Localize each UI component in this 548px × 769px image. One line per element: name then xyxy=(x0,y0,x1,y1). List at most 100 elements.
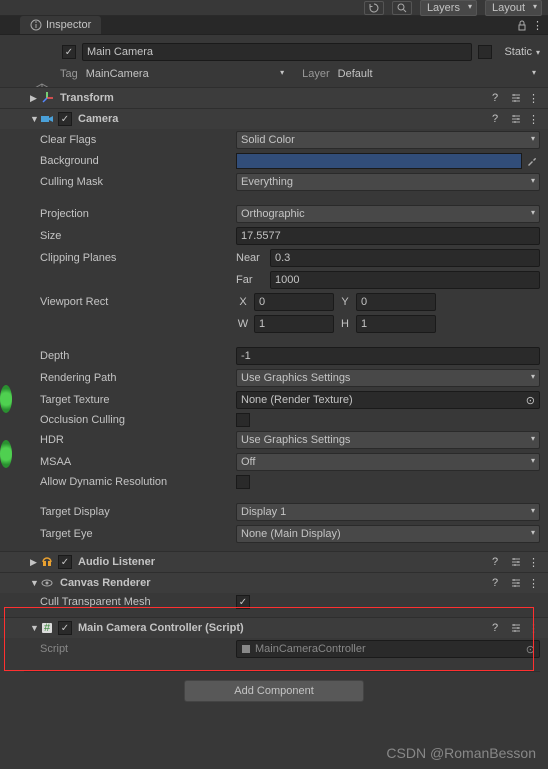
y-label: Y xyxy=(338,296,352,308)
gameobject-header: Static▾ xyxy=(0,35,548,65)
target-texture-label: Target Texture xyxy=(40,394,236,406)
script-icon: # xyxy=(40,621,54,635)
static-label: Static▾ xyxy=(504,46,540,58)
preset-icon[interactable] xyxy=(508,92,522,104)
viewport-w-input[interactable] xyxy=(254,315,334,333)
kebab-icon[interactable]: ⋮ xyxy=(526,577,540,590)
far-label: Far xyxy=(236,274,266,286)
component-transform-header[interactable]: ▶ Transform ? ⋮ xyxy=(0,87,548,108)
tag-dropdown[interactable]: MainCamera xyxy=(82,67,288,81)
add-component-button[interactable]: Add Component xyxy=(184,680,364,702)
foldout-icon[interactable]: ▼ xyxy=(30,114,39,124)
preset-icon[interactable] xyxy=(508,577,522,589)
component-title: Main Camera Controller (Script) xyxy=(78,622,244,634)
camera-icon xyxy=(40,112,54,126)
component-camera-header[interactable]: ▼ Camera ? ⋮ xyxy=(0,108,548,129)
target-display-dropdown[interactable]: Display 1 xyxy=(236,503,540,521)
editor-topbar: Layers Layout xyxy=(0,0,548,16)
object-picker-icon[interactable]: ⊙ xyxy=(526,394,535,407)
cull-transparent-label: Cull Transparent Mesh xyxy=(40,596,236,608)
script-field-label: Script xyxy=(40,643,236,655)
size-label: Size xyxy=(40,230,236,242)
component-script-header[interactable]: ▼ # Main Camera Controller (Script) ? ⋮ xyxy=(0,617,548,638)
projection-dropdown[interactable]: Orthographic xyxy=(236,205,540,223)
component-enabled-checkbox[interactable] xyxy=(58,112,72,126)
scene-gizmo-blob xyxy=(0,440,12,468)
far-input[interactable] xyxy=(270,271,540,289)
layers-dropdown[interactable]: Layers xyxy=(420,0,477,16)
foldout-icon[interactable]: ▶ xyxy=(30,557,37,568)
component-enabled-checkbox[interactable] xyxy=(58,555,72,569)
component-title: Transform xyxy=(60,92,114,104)
rendering-path-dropdown[interactable]: Use Graphics Settings xyxy=(236,369,540,387)
search-icon[interactable] xyxy=(392,1,412,15)
kebab-icon[interactable]: ⋮ xyxy=(526,92,540,105)
layout-dropdown[interactable]: Layout xyxy=(485,0,542,16)
component-title: Canvas Renderer xyxy=(60,577,151,589)
gameobject-name-input[interactable] xyxy=(82,43,472,61)
kebab-icon[interactable]: ⋮ xyxy=(526,622,540,635)
tab-bar: Inspector ⋮ xyxy=(0,16,548,35)
hdr-dropdown[interactable]: Use Graphics Settings xyxy=(236,431,540,449)
rendering-path-label: Rendering Path xyxy=(40,372,236,384)
clear-flags-label: Clear Flags xyxy=(40,134,236,146)
undo-history-icon[interactable] xyxy=(364,1,384,15)
target-eye-dropdown[interactable]: None (Main Display) xyxy=(236,525,540,543)
kebab-icon[interactable]: ⋮ xyxy=(526,113,540,126)
msaa-label: MSAA xyxy=(40,456,236,468)
menu-icon[interactable]: ⋮ xyxy=(532,19,542,32)
clipping-planes-label: Clipping Planes xyxy=(40,252,236,264)
tab-inspector[interactable]: Inspector xyxy=(20,16,101,34)
viewport-x-input[interactable] xyxy=(254,293,334,311)
w-label: W xyxy=(236,318,250,330)
help-icon[interactable]: ? xyxy=(490,92,504,104)
component-enabled-checkbox[interactable] xyxy=(58,621,72,635)
target-texture-field[interactable]: None (Render Texture)⊙ xyxy=(236,391,540,409)
component-canvas-renderer-header[interactable]: ▼ Canvas Renderer ? ⋮ xyxy=(0,572,548,593)
occlusion-culling-label: Occlusion Culling xyxy=(40,414,236,426)
help-icon[interactable]: ? xyxy=(490,577,504,589)
static-checkbox[interactable] xyxy=(478,45,492,59)
depth-input[interactable] xyxy=(236,347,540,365)
foldout-icon[interactable]: ▶ xyxy=(30,93,37,104)
cull-transparent-checkbox[interactable] xyxy=(236,595,250,609)
near-input[interactable] xyxy=(270,249,540,267)
help-icon[interactable]: ? xyxy=(490,556,504,568)
clear-flags-dropdown[interactable]: Solid Color xyxy=(236,131,540,149)
info-icon xyxy=(30,19,42,31)
dynamic-resolution-checkbox[interactable] xyxy=(236,475,250,489)
viewport-y-input[interactable] xyxy=(356,293,436,311)
script-object-field: MainCameraController⊙ xyxy=(236,640,540,658)
depth-label: Depth xyxy=(40,350,236,362)
help-icon[interactable]: ? xyxy=(490,622,504,634)
target-eye-label: Target Eye xyxy=(40,528,236,540)
component-audio-listener-header[interactable]: ▶ Audio Listener ? ⋮ xyxy=(0,551,548,572)
tab-label: Inspector xyxy=(46,19,91,31)
projection-label: Projection xyxy=(40,208,236,220)
layer-dropdown[interactable]: Default xyxy=(334,67,540,81)
culling-mask-dropdown[interactable]: Everything xyxy=(236,173,540,191)
lock-icon[interactable] xyxy=(516,20,528,32)
foldout-icon[interactable]: ▼ xyxy=(30,578,39,588)
viewport-rect-label: Viewport Rect xyxy=(40,296,236,308)
foldout-icon[interactable]: ▼ xyxy=(30,623,39,633)
h-label: H xyxy=(338,318,352,330)
script-file-icon xyxy=(241,644,251,654)
background-color-field[interactable] xyxy=(236,153,522,169)
transform-icon xyxy=(40,91,54,105)
preset-icon[interactable] xyxy=(508,556,522,568)
gameobject-active-checkbox[interactable] xyxy=(62,45,76,59)
viewport-h-input[interactable] xyxy=(356,315,436,333)
hdr-label: HDR xyxy=(40,434,236,446)
kebab-icon[interactable]: ⋮ xyxy=(526,556,540,569)
svg-text:#: # xyxy=(44,622,51,634)
target-display-label: Target Display xyxy=(40,506,236,518)
occlusion-culling-checkbox[interactable] xyxy=(236,413,250,427)
object-picker-icon[interactable]: ⊙ xyxy=(526,643,535,656)
msaa-dropdown[interactable]: Off xyxy=(236,453,540,471)
size-input[interactable] xyxy=(236,227,540,245)
component-title: Camera xyxy=(78,113,118,125)
help-icon[interactable]: ? xyxy=(490,113,504,125)
preset-icon[interactable] xyxy=(508,622,522,634)
preset-icon[interactable] xyxy=(508,113,522,125)
